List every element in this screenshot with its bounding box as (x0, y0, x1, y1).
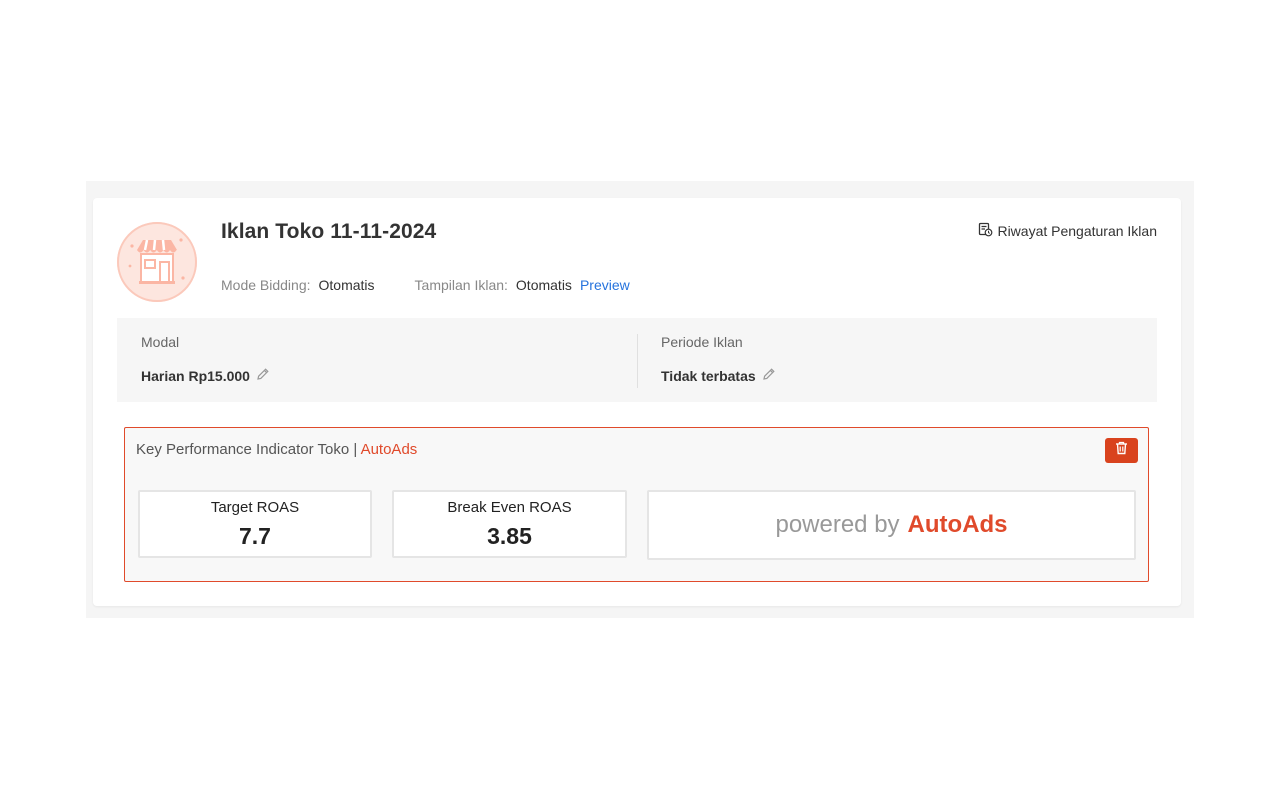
campaign-title: Iklan Toko 11-11-2024 (221, 220, 437, 243)
kpi-title-text: Key Performance Indicator Toko | (136, 441, 358, 458)
campaign-meta: Mode Bidding: Otomatis Tampilan Iklan: O… (221, 277, 630, 293)
campaign-info-panel: Modal Harian Rp15.000 Periode Iklan Tida… (117, 318, 1157, 402)
preview-link[interactable]: Preview (580, 277, 630, 293)
campaign-card: Iklan Toko 11-11-2024 Mode Bidding: Otom… (93, 198, 1181, 606)
period-section: Periode Iklan Tidak terbatas (637, 318, 1157, 402)
powered-by-banner: powered by AutoAds (647, 490, 1136, 560)
kpi-brand: AutoAds (360, 441, 418, 458)
period-label: Periode Iklan (661, 334, 743, 350)
target-roas-value: 7.7 (239, 523, 271, 549)
shop-icon (117, 222, 197, 302)
period-value: Tidak terbatas (661, 367, 756, 384)
section-divider (637, 334, 638, 388)
delete-kpi-button[interactable] (1105, 438, 1138, 463)
history-link-label: Riwayat Pengaturan Iklan (997, 223, 1157, 239)
ad-display-value: Otomatis (515, 277, 572, 293)
break-even-roas-value: 3.85 (487, 523, 532, 549)
edit-period-icon[interactable] (762, 367, 776, 384)
ad-display-label: Tampilan Iklan: (414, 277, 508, 293)
period-value-row: Tidak terbatas (661, 367, 776, 384)
edit-budget-icon[interactable] (256, 367, 270, 384)
budget-section: Modal Harian Rp15.000 (117, 318, 637, 402)
settings-history-link[interactable]: Riwayat Pengaturan Iklan (978, 222, 1157, 240)
budget-value: Harian Rp15.000 (141, 367, 250, 384)
trash-icon (1115, 441, 1128, 460)
break-even-roas-card: Break Even ROAS 3.85 (392, 490, 627, 558)
history-icon (978, 222, 993, 240)
budget-value-row: Harian Rp15.000 (141, 367, 270, 384)
kpi-panel: Key Performance Indicator Toko | AutoAds… (124, 427, 1149, 582)
budget-label: Modal (141, 334, 180, 350)
target-roas-label: Target ROAS (210, 499, 300, 516)
kpi-title: Key Performance Indicator Toko | AutoAds (136, 441, 417, 458)
page-background: Iklan Toko 11-11-2024 Mode Bidding: Otom… (86, 181, 1194, 618)
powered-by-text: powered by (775, 511, 900, 538)
powered-by-brand: AutoAds (907, 511, 1008, 538)
break-even-roas-label: Break Even ROAS (447, 499, 572, 516)
target-roas-card: Target ROAS 7.7 (138, 490, 372, 558)
bidding-mode-label: Mode Bidding: (221, 277, 311, 293)
bidding-mode-value: Otomatis (318, 277, 375, 293)
